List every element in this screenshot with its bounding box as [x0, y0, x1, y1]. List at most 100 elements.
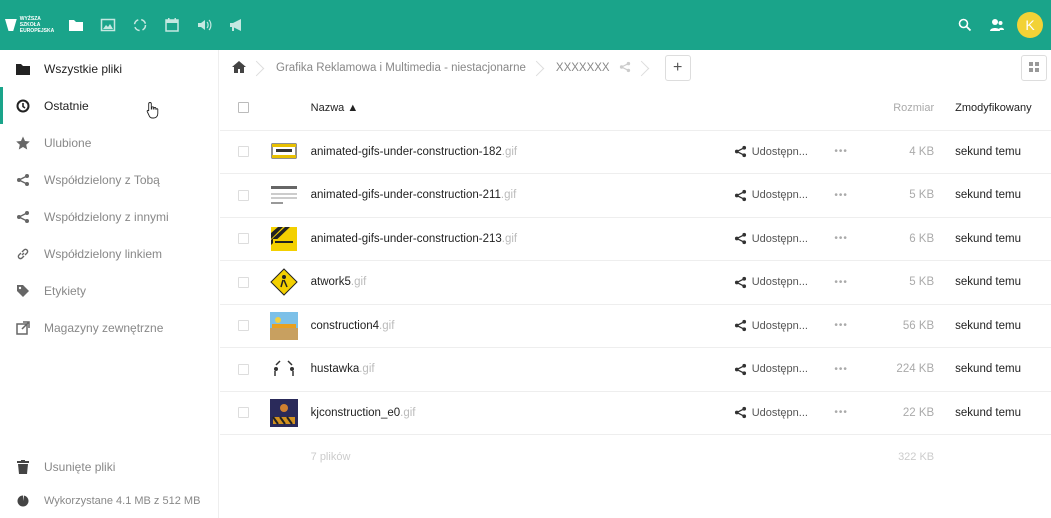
- table-row[interactable]: atwork5.gif Udostępn... ••• 5 KB sekund temu: [220, 260, 1051, 305]
- file-name[interactable]: kjconstruction_e0.gif: [311, 391, 734, 435]
- file-name[interactable]: animated-gifs-under-construction-182.gif: [311, 130, 734, 174]
- share-icon: [734, 320, 746, 332]
- more-actions-button[interactable]: •••: [834, 348, 874, 392]
- more-actions-button[interactable]: •••: [834, 174, 874, 218]
- table-row[interactable]: hustawka.gif Udostępn... ••• 224 KB sekund t…: [220, 347, 1051, 392]
- file-size: 4 KB: [909, 145, 935, 158]
- logo[interactable]: WYŻSZA SZKOŁA EUROPEJSKA: [0, 0, 60, 50]
- sidebar-item-label: Ulubione: [44, 135, 92, 150]
- file-thumbnail[interactable]: [270, 398, 310, 427]
- link-icon: [16, 247, 30, 261]
- more-actions-button[interactable]: •••: [834, 391, 874, 435]
- file-size: 6 KB: [909, 232, 935, 245]
- file-name[interactable]: hustawka.gif: [311, 348, 734, 392]
- sidebar-item-label: Wszystkie pliki: [44, 61, 123, 76]
- row-checkbox[interactable]: [238, 407, 249, 419]
- file-thumbnail[interactable]: [270, 268, 310, 296]
- files-app-icon[interactable]: [60, 0, 92, 50]
- more-actions-button[interactable]: •••: [834, 130, 874, 174]
- sidebar-item-favorites[interactable]: Ulubione: [0, 124, 218, 161]
- table-header: Nazwa ▲ Rozmiar Zmodyfikowany: [220, 86, 1051, 130]
- more-actions-button[interactable]: •••: [834, 304, 874, 348]
- file-name[interactable]: animated-gifs-under-construction-213.gif: [311, 217, 734, 261]
- calendar-app-icon[interactable]: [156, 0, 188, 50]
- table-row[interactable]: animated-gifs-under-construction-213.gif…: [220, 217, 1051, 261]
- share-label: Udostępn...: [751, 189, 808, 202]
- sidebar-item-label: Współdzielony linkiem: [44, 246, 163, 261]
- more-actions-button[interactable]: •••: [834, 261, 874, 305]
- sidebar-item-external-storage[interactable]: Magazyny zewnętrzne: [0, 309, 218, 346]
- row-checkbox[interactable]: [238, 276, 249, 288]
- sidebar-item-shared-with-you[interactable]: Współdzielony z Tobą: [0, 161, 218, 198]
- row-checkbox[interactable]: [238, 189, 249, 201]
- home-icon: [232, 60, 246, 76]
- row-checkbox[interactable]: [238, 320, 249, 332]
- sidebar-item-all-files[interactable]: Wszystkie pliki: [0, 50, 218, 87]
- share-button[interactable]: Udostępn...: [734, 189, 835, 202]
- more-actions-button[interactable]: •••: [834, 217, 874, 261]
- breadcrumb-current[interactable]: XXXXXXX: [556, 50, 641, 86]
- share-icon: [16, 173, 30, 187]
- share-button[interactable]: Udostępn...: [734, 363, 835, 376]
- contacts-icon[interactable]: [981, 0, 1013, 50]
- trash-icon: [16, 460, 30, 474]
- column-name[interactable]: Nazwa ▲: [311, 86, 734, 130]
- file-thumbnail[interactable]: [270, 181, 310, 209]
- share-button[interactable]: Udostępn...: [734, 406, 835, 419]
- sidebar-item-shared-with-others[interactable]: Współdzielony z innymi: [0, 198, 218, 235]
- row-checkbox[interactable]: [238, 363, 249, 375]
- share-button[interactable]: Udostępn...: [734, 276, 835, 289]
- file-name[interactable]: construction4.gif: [311, 304, 734, 348]
- sidebar-item-shared-by-link[interactable]: Współdzielony linkiem: [0, 235, 218, 272]
- file-name[interactable]: animated-gifs-under-construction-211.gif: [311, 174, 734, 218]
- file-thumbnail[interactable]: [270, 311, 310, 340]
- share-button[interactable]: Udostępn...: [734, 145, 835, 158]
- file-thumbnail[interactable]: [270, 225, 310, 253]
- audio-app-icon[interactable]: [188, 0, 220, 50]
- share-button[interactable]: Udostępn...: [734, 319, 835, 332]
- share-label: Udostępn...: [751, 319, 808, 332]
- file-modified: sekund temu: [955, 276, 1022, 289]
- announcements-app-icon[interactable]: [220, 0, 252, 50]
- row-checkbox[interactable]: [238, 233, 249, 245]
- column-size[interactable]: Rozmiar: [875, 86, 940, 130]
- table-row[interactable]: animated-gifs-under-construction-182.gif…: [220, 130, 1051, 174]
- activity-app-icon[interactable]: [124, 0, 156, 50]
- column-modified[interactable]: Zmodyfikowany: [940, 86, 1051, 130]
- share-icon[interactable]: [619, 61, 631, 76]
- file-modified: sekund temu: [955, 363, 1022, 376]
- share-label: Udostępn...: [751, 363, 808, 376]
- external-icon: [16, 320, 30, 335]
- total-size: 322 KB: [898, 450, 935, 463]
- file-name[interactable]: atwork5.gif: [311, 261, 734, 305]
- file-modified: sekund temu: [955, 189, 1022, 202]
- grid-view-toggle[interactable]: [1021, 55, 1047, 81]
- select-all-checkbox[interactable]: [238, 102, 249, 114]
- sidebar-item-tags[interactable]: Etykiety: [0, 272, 218, 309]
- share-button[interactable]: Udostępn...: [734, 232, 835, 245]
- file-modified: sekund temu: [955, 232, 1022, 245]
- add-new-button[interactable]: +: [664, 55, 691, 81]
- file-basename: hustawka: [310, 363, 360, 376]
- summary-row: 7 plików 322 KB: [220, 434, 1051, 479]
- table-row[interactable]: kjconstruction_e0.gif Udostępn... ••• 22 KB…: [220, 391, 1051, 435]
- file-extension: .gif: [501, 145, 518, 158]
- quota-info[interactable]: Wykorzystane 4.1 MB z 512 MB: [0, 484, 219, 518]
- breadcrumb-item[interactable]: Grafika Reklamowa i Multimedia - niestac…: [276, 50, 536, 86]
- search-icon[interactable]: [949, 0, 981, 50]
- file-thumbnail[interactable]: [270, 138, 310, 166]
- breadcrumb-separator: [256, 50, 266, 86]
- breadcrumb-separator: [536, 50, 546, 86]
- table-row[interactable]: construction4.gif Udostępn... ••• 56 KB seku…: [220, 304, 1051, 348]
- sidebar-item-trash[interactable]: Usunięte pliki: [0, 450, 219, 484]
- avatar[interactable]: K: [1017, 12, 1043, 38]
- file-extension: .gif: [379, 319, 395, 332]
- sidebar: Wszystkie pliki Ostatnie Ulubione Współd…: [0, 50, 219, 518]
- table-row[interactable]: animated-gifs-under-construction-211.gif…: [220, 173, 1051, 218]
- sidebar-item-recent[interactable]: Ostatnie: [0, 87, 218, 124]
- file-size: 224 KB: [896, 363, 935, 376]
- gallery-app-icon[interactable]: [92, 0, 124, 50]
- file-thumbnail[interactable]: [270, 355, 310, 383]
- share-label: Udostępn...: [751, 276, 808, 289]
- row-checkbox[interactable]: [238, 146, 249, 158]
